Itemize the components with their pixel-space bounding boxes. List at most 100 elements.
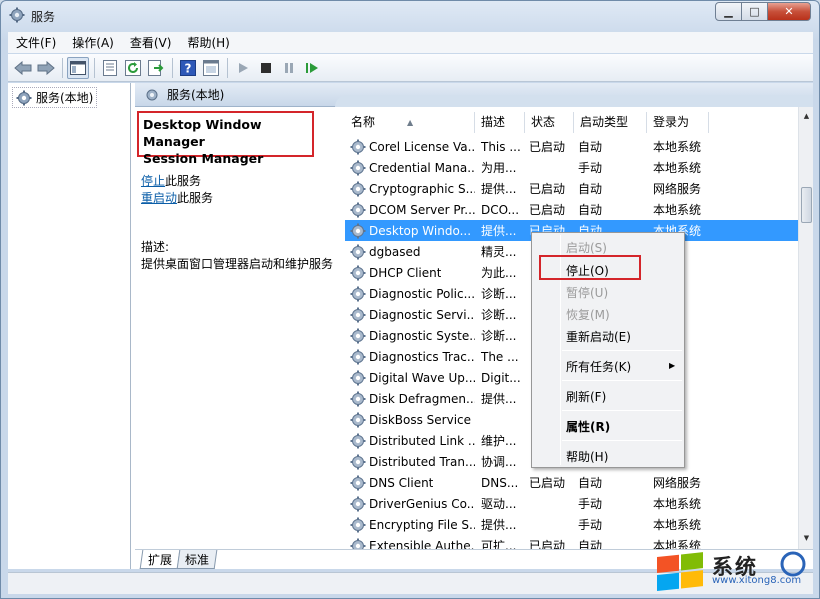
- export-icon: [148, 59, 164, 76]
- view-button[interactable]: [200, 57, 222, 79]
- column-header-label: 描述: [481, 115, 506, 129]
- maximize-icon: □: [749, 5, 760, 18]
- service-detail-pane: Desktop Window Manager Session Manager 停…: [135, 107, 345, 547]
- service-startup-cell: 手动: [578, 518, 603, 532]
- menu-item-resume[interactable]: 恢复(M): [566, 306, 610, 323]
- toolbar-separator: [62, 57, 63, 78]
- close-icon: ✕: [784, 5, 794, 18]
- table-row[interactable]: DriverGenius Co... 驱动... 手动 本地系统: [345, 493, 798, 514]
- table-row[interactable]: Corel License Va... This ... 已启动 自动 本地系统: [345, 136, 798, 157]
- toolbar-separator: [227, 57, 228, 78]
- minimize-button[interactable]: ▁: [715, 2, 742, 21]
- tab-extended[interactable]: 扩展: [139, 550, 181, 569]
- service-name: Extensible Authe...: [369, 538, 475, 550]
- service-description-cell: 为此...: [481, 266, 517, 280]
- tab-standard[interactable]: 标准: [176, 550, 218, 569]
- table-row[interactable]: DNS Client DNS... 已启动 自动 网络服务: [345, 472, 798, 493]
- service-description-cell: DCO...: [481, 202, 520, 217]
- column-header-description[interactable]: 描述: [475, 112, 525, 133]
- service-description-cell: The ...: [481, 349, 519, 364]
- menu-item-refresh[interactable]: 刷新(F): [566, 388, 606, 405]
- service-startup-cell: 自动: [578, 182, 603, 196]
- service-gear-icon: [350, 349, 366, 364]
- menu-item-help[interactable]: 帮助(H): [566, 448, 608, 465]
- service-name: Encrypting File S...: [369, 517, 475, 532]
- column-header-name[interactable]: ▲ 名称: [345, 112, 475, 133]
- forward-button[interactable]: [35, 57, 57, 79]
- table-row[interactable]: Encrypting File S... 提供... 手动 本地系统: [345, 514, 798, 535]
- scroll-down-button[interactable]: ▼: [800, 531, 813, 545]
- service-name: Distributed Tran...: [369, 454, 475, 469]
- service-description-cell: 协调...: [481, 455, 517, 469]
- menu-item-start[interactable]: 启动(S): [566, 239, 607, 256]
- service-name: Diagnostic Servi...: [369, 307, 475, 322]
- toolbar-separator: [172, 57, 173, 78]
- column-header-startup-type[interactable]: 启动类型: [574, 112, 647, 133]
- stop-service-button[interactable]: [255, 57, 277, 79]
- svg-text:?: ?: [185, 61, 192, 75]
- scrollbar-thumb[interactable]: [801, 187, 812, 223]
- pause-service-button[interactable]: [278, 57, 300, 79]
- vertical-scrollbar[interactable]: ▲ ▼: [798, 107, 813, 549]
- menu-item-pause[interactable]: 暂停(U): [566, 284, 608, 301]
- service-logon-cell: 本地系统: [653, 518, 702, 532]
- service-description-cell: 驱动...: [481, 497, 517, 511]
- services-search-icon: [146, 89, 158, 100]
- menu-separator: [562, 350, 682, 351]
- properties-button[interactable]: [99, 57, 121, 79]
- close-button[interactable]: ✕: [767, 2, 811, 21]
- service-name-cell: DCOM Server Pr...: [345, 202, 475, 218]
- play-icon: [239, 62, 248, 73]
- restart-service-link[interactable]: 重启动: [141, 191, 177, 205]
- stop-service-link[interactable]: 停止: [141, 174, 165, 188]
- menu-file[interactable]: 文件(F): [8, 34, 64, 51]
- services-window: 服务 ▁ □ ✕ 文件(F) 操作(A) 查看(V) 帮助(H) ? 服务(本地…: [0, 0, 820, 599]
- refresh-button[interactable]: [122, 57, 144, 79]
- show-console-tree-button[interactable]: [67, 56, 89, 79]
- menu-help[interactable]: 帮助(H): [179, 34, 237, 51]
- help-button[interactable]: ?: [177, 57, 199, 79]
- back-button[interactable]: [12, 57, 34, 79]
- table-row[interactable]: DCOM Server Pr... DCO... 已启动 自动 本地系统: [345, 199, 798, 220]
- scroll-up-button[interactable]: ▲: [800, 109, 813, 123]
- menu-action[interactable]: 操作(A): [64, 34, 122, 51]
- restart-service-button[interactable]: [301, 57, 323, 79]
- forward-arrow-icon: [37, 60, 55, 75]
- export-list-button[interactable]: [145, 57, 167, 79]
- refresh-icon: [125, 59, 141, 76]
- column-header-status[interactable]: 状态: [525, 112, 574, 133]
- menu-item-all-tasks[interactable]: 所有任务(K): [566, 358, 631, 375]
- stop-icon: [261, 62, 271, 73]
- start-service-button[interactable]: [232, 57, 254, 79]
- title-bar: 服务 ▁ □ ✕: [1, 1, 819, 31]
- menu-item-properties[interactable]: 属性(R): [566, 418, 610, 435]
- service-name-cell: Digital Wave Up...: [345, 370, 475, 386]
- menu-item-stop[interactable]: 停止(O): [566, 262, 609, 279]
- service-startup-cell: 自动: [578, 203, 603, 217]
- service-name: Cryptographic S...: [369, 181, 475, 196]
- maximize-button[interactable]: □: [741, 2, 768, 21]
- table-row[interactable]: Credential Mana... 为用... 手动 本地系统: [345, 157, 798, 178]
- menu-item-restart[interactable]: 重新启动(E): [566, 328, 631, 345]
- service-startup-cell: 手动: [578, 161, 603, 175]
- menu-view[interactable]: 查看(V): [122, 34, 180, 51]
- service-gear-icon: [350, 538, 366, 549]
- service-name: Credential Mana...: [369, 160, 475, 175]
- service-description-cell: 精灵...: [481, 245, 517, 259]
- service-title-line1: Desktop Window Manager: [143, 117, 262, 149]
- service-action-links: 停止此服务 重启动此服务: [141, 173, 213, 207]
- column-header-logon-as[interactable]: 登录为: [647, 112, 709, 133]
- service-gear-icon: [350, 454, 366, 469]
- service-name-cell: dgbased: [345, 244, 475, 260]
- help-icon: ?: [180, 59, 196, 76]
- table-row[interactable]: Cryptographic S... 提供... 已启动 自动 网络服务: [345, 178, 798, 199]
- tree-item-services-local[interactable]: 服务(本地): [12, 87, 98, 108]
- service-description-cell: Digit...: [481, 370, 521, 385]
- service-gear-icon: [350, 286, 366, 301]
- service-name-cell: Distributed Link ...: [345, 433, 475, 449]
- toolbar: ?: [8, 54, 813, 82]
- service-name: DNS Client: [369, 475, 434, 490]
- pause-icon: [285, 62, 293, 73]
- service-name-cell: Diagnostic Syste...: [345, 328, 475, 344]
- properties-icon: [103, 59, 117, 76]
